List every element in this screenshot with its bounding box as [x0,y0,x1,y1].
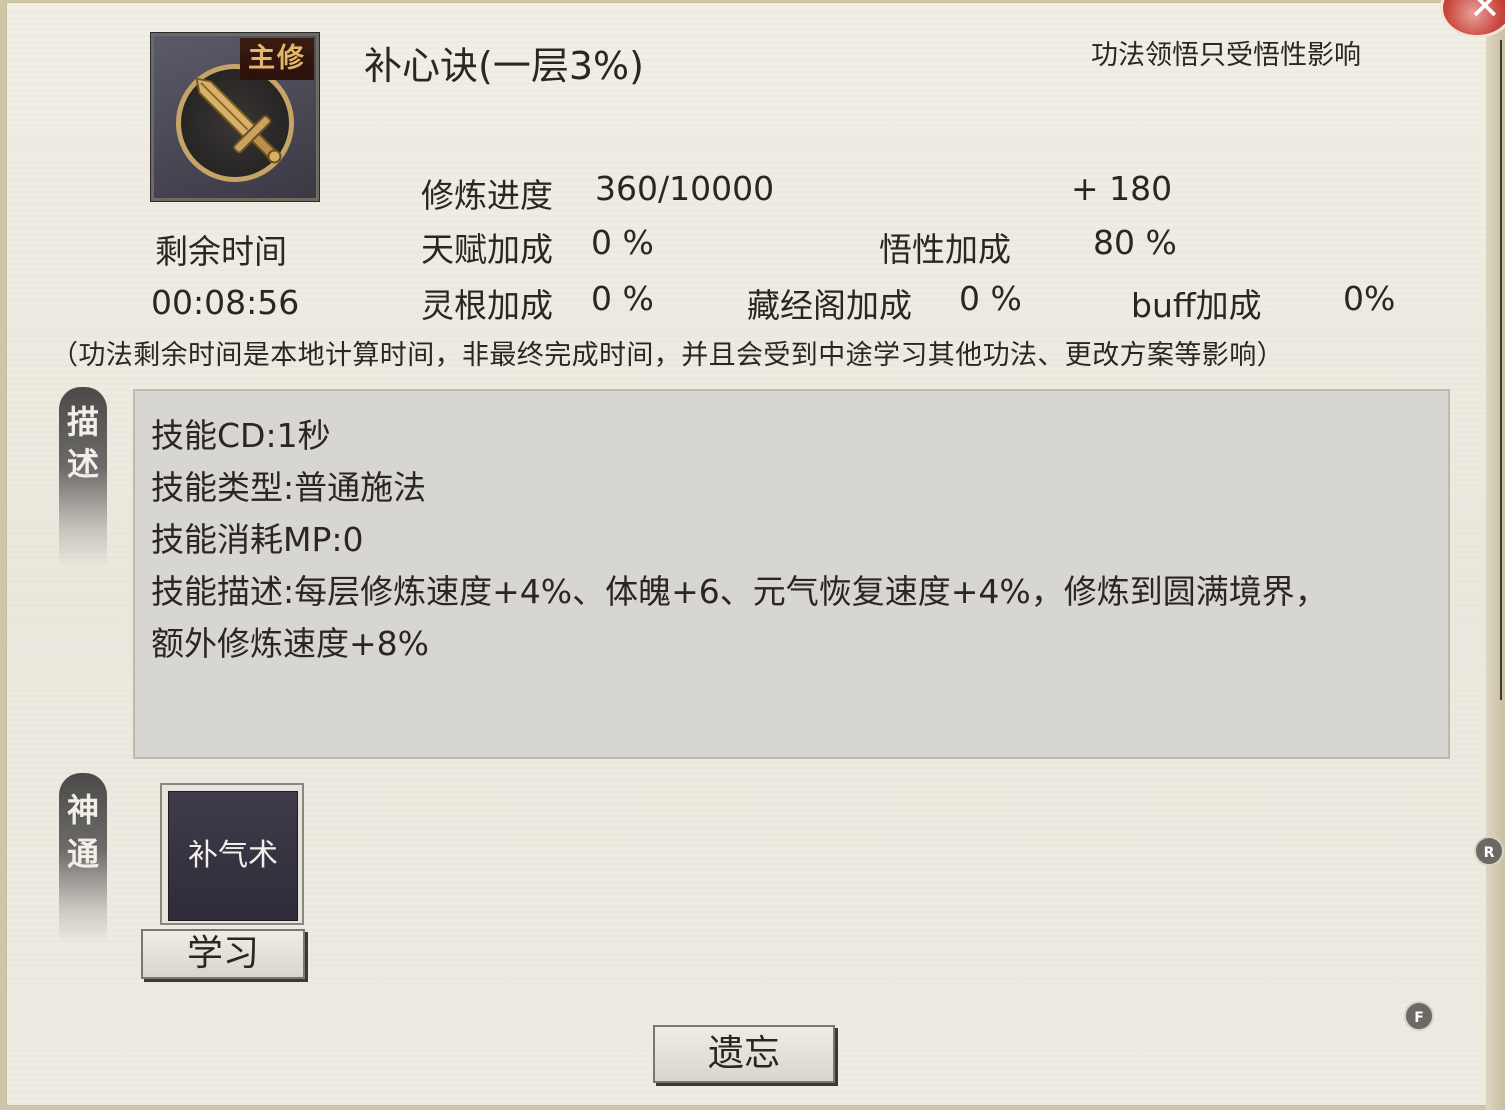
progress-label: 修炼进度 [421,176,553,215]
remaining-time-notice: （功法剩余时间是本地计算时间，非最终完成时间，并且会受到中途学习其他功法、更改方… [51,340,1284,371]
remaining-time-value: 00:08:56 [151,283,300,322]
skill-title: 补心诀(一层3%) [364,44,644,88]
desc-line-mp: 技能消耗MP:0 [151,520,364,559]
divine-tab-char-1: 神 [66,791,99,829]
skill-icon-frame[interactable]: 主修 [150,32,320,202]
divine-tab: 神 通 [59,773,107,943]
description-tab-char-2: 述 [66,445,99,483]
root-bonus-value: 0 % [591,279,654,318]
divine-skill-name: 补气术 [168,791,298,921]
talent-bonus-label: 天赋加成 [421,230,553,269]
skill-detail-panel: 主修 补心诀(一层3%) 功法领悟只受悟性影响 修炼进度 360/10000 +… [6,2,1488,1106]
library-bonus-value: 0 % [959,279,1022,318]
progress-gain: + 180 [1071,169,1173,208]
description-tab: 描 述 [59,387,107,567]
library-bonus-label: 藏经阁加成 [747,286,912,325]
comprehension-bonus-label: 悟性加成 [879,230,1011,269]
remaining-time-label: 剩余时间 [155,232,287,271]
talent-bonus-value: 0 % [591,223,654,262]
main-cultivation-tag: 主修 [240,38,314,80]
buff-bonus-label: buff加成 [1131,286,1262,325]
desc-line-cd: 技能CD:1秒 [151,416,331,455]
divine-skill-slot[interactable]: 补气术 [160,783,304,925]
desc-line-type: 技能类型:普通施法 [151,468,427,507]
learn-button[interactable]: 学习 [141,929,305,979]
progress-value: 360/10000 [595,169,775,208]
forget-button[interactable]: 遗忘 [653,1025,835,1083]
buff-bonus-value: 0% [1343,279,1396,318]
description-box: 技能CD:1秒 技能类型:普通施法 技能消耗MP:0 技能描述:每层修炼速度+4… [133,389,1450,759]
close-icon: ✕ [1469,0,1501,28]
shortcut-f-badge[interactable]: F [1404,1001,1434,1031]
description-tab-char-1: 描 [66,403,99,441]
desc-line-extra: 额外修炼速度+8% [151,624,430,663]
shortcut-r-badge[interactable]: R [1474,836,1504,866]
desc-line-effect: 技能描述:每层修炼速度+4%、体魄+6、元气恢复速度+4%，修炼到圆满境界， [151,572,1328,611]
comprehension-hint: 功法领悟只受悟性影响 [1091,40,1361,71]
root-bonus-label: 灵根加成 [421,286,553,325]
comprehension-bonus-value: 80 % [1093,223,1177,262]
window-right-edge [1486,0,1505,1110]
divine-tab-char-2: 通 [66,835,99,873]
